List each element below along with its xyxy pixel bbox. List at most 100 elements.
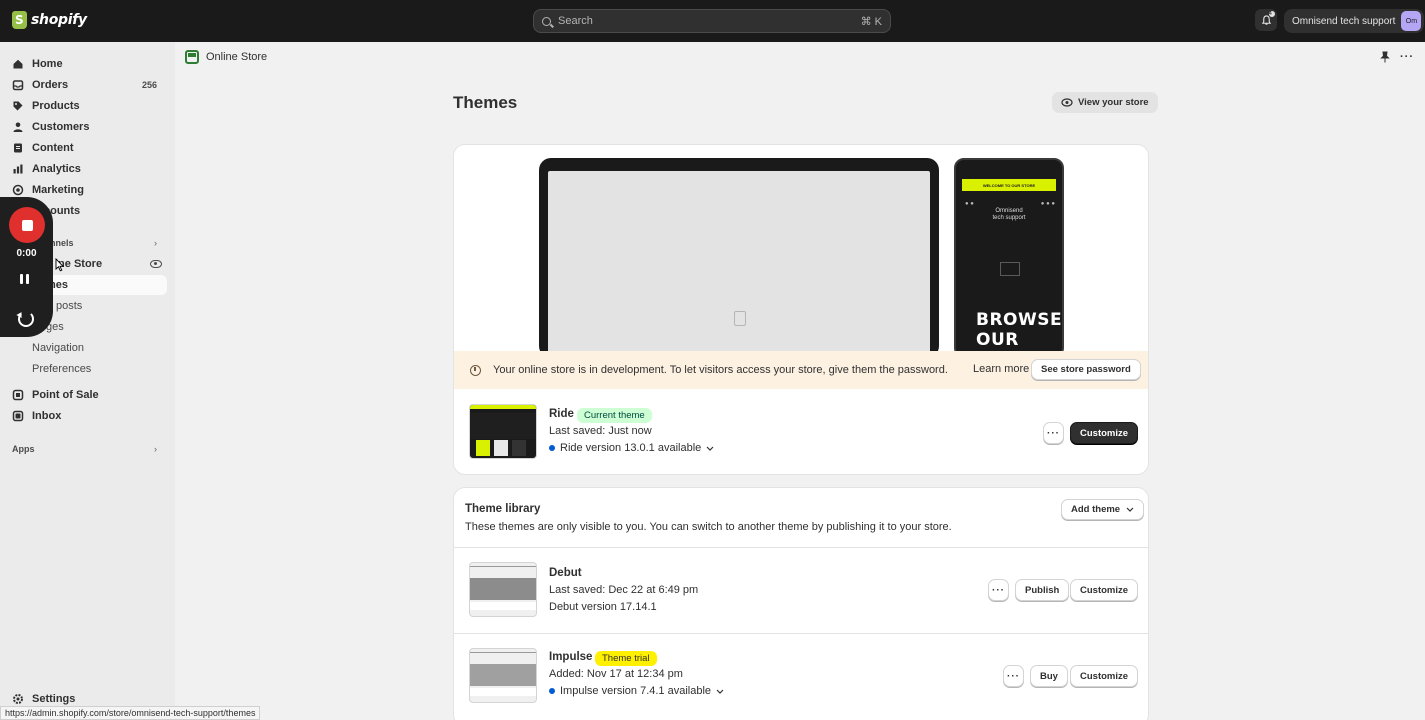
phone-banner: WELCOME TO OUR STORE [962,179,1056,191]
more-actions-icon[interactable]: ··· [1400,51,1414,63]
screen-recorder-widget: 0:00 [0,197,53,337]
sidebar-item-label: Point of Sale [32,389,99,401]
version-available-link[interactable]: Ride version 13.0.1 available [549,442,714,454]
image-placeholder-icon [1000,262,1020,276]
theme-preview: WELCOME TO OUR STORE ● ● ● ● ● Omnisend t… [454,145,1148,370]
chevron-right-icon[interactable]: › [154,444,157,454]
thumb-hero [470,413,536,439]
sidebar-item-products[interactable]: Products [8,96,167,116]
buy-button[interactable]: Buy [1030,665,1068,687]
thumb-product [494,440,508,456]
sidebar-item-inbox[interactable]: Inbox [8,406,167,426]
eye-icon[interactable] [150,260,162,268]
theme-version: Debut version 17.14.1 [549,601,657,613]
shopify-logo[interactable]: shopify [12,11,87,29]
search-icon [542,16,551,26]
sidebar-item-label: Preferences [32,363,92,375]
sidebar-item-home[interactable]: Home [8,54,167,74]
theme-name: Ride [549,408,574,420]
customize-button[interactable]: Customize [1070,579,1139,601]
debut-theme-thumbnail [469,562,537,617]
mobile-preview: WELCOME TO OUR STORE ● ● ● ● ● Omnisend t… [954,158,1064,370]
notification-count: 4 [1269,11,1275,17]
stop-recording-button[interactable] [9,207,45,243]
theme-actions-button[interactable]: ··· [1043,422,1064,444]
gear-icon [12,693,24,705]
sidebar-item-label: Products [32,100,80,112]
chevron-down-icon [716,689,724,694]
theme-library-card: Theme library These themes are only visi… [453,487,1149,720]
sidebar-item-label: Inbox [32,410,62,422]
library-title: Theme library [465,503,541,515]
add-theme-button[interactable]: Add theme [1061,499,1145,520]
theme-actions-button[interactable]: ··· [1003,665,1024,687]
customize-button[interactable]: Customize [1070,665,1139,687]
theme-name: Debut [549,567,582,579]
theme-saved: Last saved: Just now [549,425,652,437]
pause-button[interactable] [20,274,29,284]
thumb-hero [470,664,536,686]
thumb-accent [470,405,536,409]
link-status-url: https://admin.shopify.com/store/omnisend… [0,706,261,720]
search-shortcut: ⌘ K [860,15,882,28]
sidebar-item-label: Content [32,142,74,154]
document-icon [12,142,24,154]
version-available-link[interactable]: Impulse version 7.4.1 available [549,685,724,697]
view-store-button[interactable]: View your store [1052,92,1158,113]
sidebar-item-customers[interactable]: Customers [8,117,167,137]
update-dot-icon [549,445,555,451]
current-theme-row: Ride Current theme Last saved: Just now … [454,389,1148,474]
sidebar-item-analytics[interactable]: Analytics [8,159,167,179]
theme-actions-button[interactable]: ··· [988,579,1009,601]
library-theme-row: Impulse Theme trial Added: Nov 17 at 12:… [454,634,1148,719]
pin-icon[interactable] [1379,51,1391,63]
sidebar-item-label: Orders [32,79,69,91]
current-theme-card: WELCOME TO OUR STORE ● ● ● ● ● Omnisend t… [453,144,1149,475]
chat-icon [12,410,24,422]
shopify-bag-icon [12,11,27,29]
library-theme-row: Debut Last saved: Dec 22 at 6:49 pm Debu… [454,548,1148,633]
sidebar-item-point-of-sale[interactable]: Point of Sale [8,385,167,405]
sidebar-item-label: Customers [32,121,90,133]
development-message: Your online store is in development. To … [493,364,948,376]
thumb-nav [470,652,536,653]
eye-icon [1061,98,1073,107]
person-icon [12,121,24,133]
inbox-tray-icon [12,79,24,91]
sidebar-item-label: Home [32,58,63,70]
publish-button[interactable]: Publish [1015,579,1070,601]
sidebar-item-label: Settings [32,693,76,705]
restart-button[interactable] [18,311,34,327]
thumb-caption [470,688,536,696]
sidebar-item-preferences[interactable]: Preferences [8,359,167,379]
thumb-caption [470,602,536,610]
learn-more-link[interactable]: Learn more [973,363,1029,375]
logo-text: shopify [31,12,87,28]
page-title: Themes [453,93,518,112]
notifications-button[interactable]: 4 [1255,9,1277,31]
sidebar-item-navigation[interactable]: Navigation [8,338,167,358]
search-input[interactable]: Search ⌘ K [533,9,891,33]
chevron-right-icon[interactable]: › [154,238,157,248]
thumb-product [476,440,490,456]
phone-header-icons: ● ● ● ● ● [965,201,1055,207]
theme-added: Added: Nov 17 at 12:34 pm [549,668,683,680]
breadcrumb[interactable]: Online Store [185,50,267,64]
search-placeholder: Search [558,15,593,27]
customize-button[interactable]: Customize [1070,422,1139,444]
see-store-password-button[interactable]: See store password [1031,359,1141,380]
chevron-down-icon [706,446,714,451]
impulse-theme-thumbnail [469,648,537,703]
chevron-down-icon [1126,507,1134,512]
add-theme-label: Add theme [1071,504,1121,515]
online-store-icon [185,50,199,64]
store-menu-button[interactable]: Omnisend tech support Om [1284,9,1425,33]
version-text: Impulse version 7.4.1 available [560,685,712,697]
theme-trial-badge: Theme trial [595,651,657,666]
cursor-icon [55,258,64,272]
library-description: These themes are only visible to you. Yo… [465,521,952,533]
stop-icon [21,219,33,231]
recording-timer: 0:00 [16,248,37,259]
sidebar-item-content[interactable]: Content [8,138,167,158]
sidebar-item-orders[interactable]: Orders 256 [8,75,167,95]
